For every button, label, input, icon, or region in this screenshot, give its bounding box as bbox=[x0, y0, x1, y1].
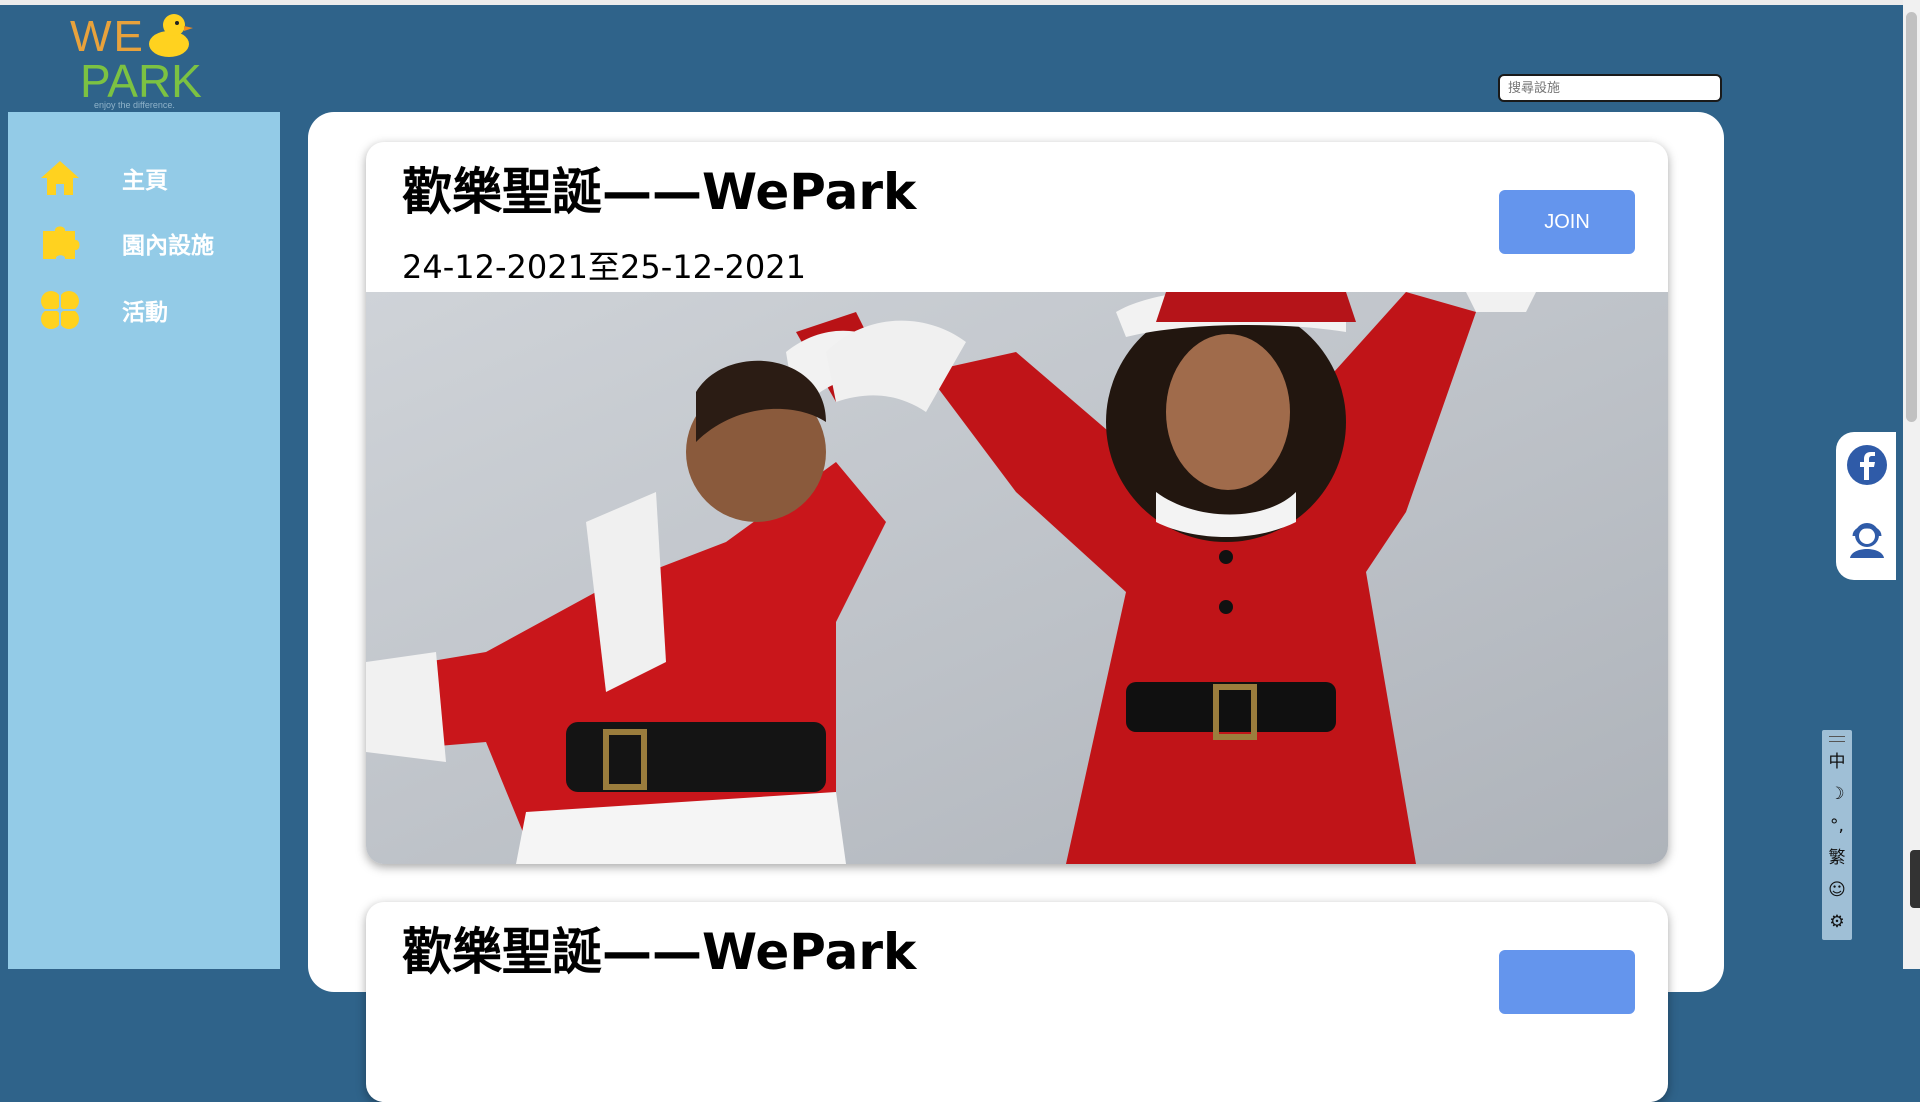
page-scrollbar[interactable] bbox=[1903, 0, 1920, 969]
emoji-icon[interactable]: ☺ bbox=[1822, 876, 1852, 904]
event-date: 24-12-2021至25-12-2021 bbox=[402, 248, 806, 286]
punctuation-toggle[interactable]: °, bbox=[1822, 812, 1852, 840]
wepark-logo[interactable]: WE PARK enjoy the difference. bbox=[60, 6, 210, 111]
join-button[interactable] bbox=[1499, 950, 1635, 1014]
event-title: 歡樂聖誕——WePark bbox=[402, 923, 917, 981]
browser-top-strip bbox=[0, 0, 1920, 5]
duck-icon bbox=[149, 14, 193, 57]
event-card: 歡樂聖誕——WePark bbox=[366, 902, 1668, 1102]
puzzle-icon bbox=[38, 221, 82, 265]
sidebar: 主頁 園內設施 活動 bbox=[8, 112, 280, 969]
sidebar-item-facilities[interactable]: 園內設施 bbox=[38, 219, 278, 267]
accessibility-toolbar: 中 ☽ °, 繁 ☺ ⚙ bbox=[1822, 730, 1852, 940]
support-agent-icon[interactable] bbox=[1846, 518, 1888, 560]
sidebar-item-label: 主頁 bbox=[122, 168, 168, 194]
sidebar-item-home[interactable]: 主頁 bbox=[38, 154, 278, 202]
join-button[interactable]: JOIN bbox=[1499, 190, 1635, 254]
chinese-input-toggle[interactable]: 中 bbox=[1822, 748, 1852, 776]
drag-handle[interactable] bbox=[1829, 736, 1845, 742]
main-content-panel: 歡樂聖誕——WePark 24-12-2021至25-12-2021 JOIN bbox=[308, 112, 1724, 1102]
clover-icon bbox=[38, 288, 82, 332]
side-panel-handle[interactable] bbox=[1910, 850, 1920, 908]
logo-tagline: enjoy the difference. bbox=[94, 100, 175, 110]
sidebar-item-activities[interactable]: 活動 bbox=[38, 286, 278, 334]
facility-search-input[interactable] bbox=[1498, 74, 1722, 102]
event-photo bbox=[366, 292, 1668, 864]
facebook-icon[interactable] bbox=[1846, 444, 1888, 486]
sidebar-item-label: 園內設施 bbox=[122, 233, 214, 259]
social-float-panel bbox=[1836, 432, 1896, 580]
event-title: 歡樂聖誕——WePark bbox=[402, 163, 917, 221]
home-icon bbox=[38, 156, 82, 200]
scrollbar-thumb[interactable] bbox=[1906, 12, 1917, 422]
traditional-chinese-toggle[interactable]: 繁 bbox=[1822, 844, 1852, 872]
event-card: 歡樂聖誕——WePark 24-12-2021至25-12-2021 JOIN bbox=[366, 142, 1668, 864]
sidebar-item-label: 活動 bbox=[122, 300, 168, 326]
dark-mode-moon-icon[interactable]: ☽ bbox=[1822, 780, 1852, 808]
settings-gear-icon[interactable]: ⚙ bbox=[1822, 908, 1852, 936]
